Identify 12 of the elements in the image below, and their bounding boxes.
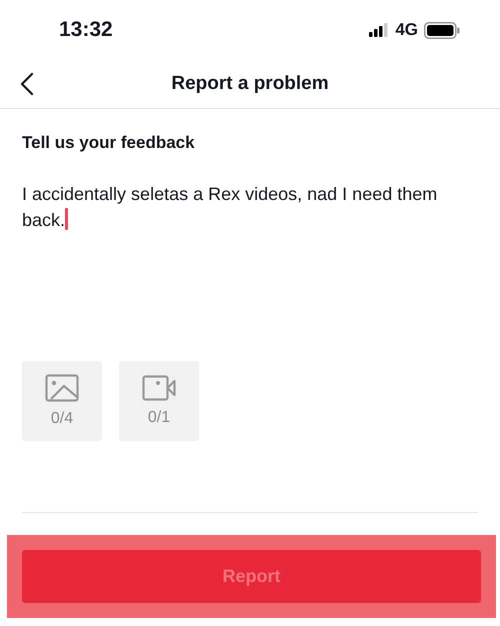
video-camera-icon [142, 375, 176, 401]
feedback-field[interactable]: I accidentally seletas a Rex videos, nad I need them back. [22, 181, 478, 331]
signal-icon [369, 23, 390, 37]
battery-icon [424, 22, 460, 38]
image-icon [45, 374, 79, 402]
back-icon [20, 72, 34, 96]
status-time: 13:32 [59, 18, 113, 42]
network-label: 4G [395, 20, 418, 40]
page-title: Report a problem [171, 73, 329, 95]
add-video-button[interactable]: 0/1 [119, 361, 199, 441]
add-image-button[interactable]: 0/4 [22, 361, 102, 441]
feedback-label: Tell us your feedback [22, 133, 196, 153]
